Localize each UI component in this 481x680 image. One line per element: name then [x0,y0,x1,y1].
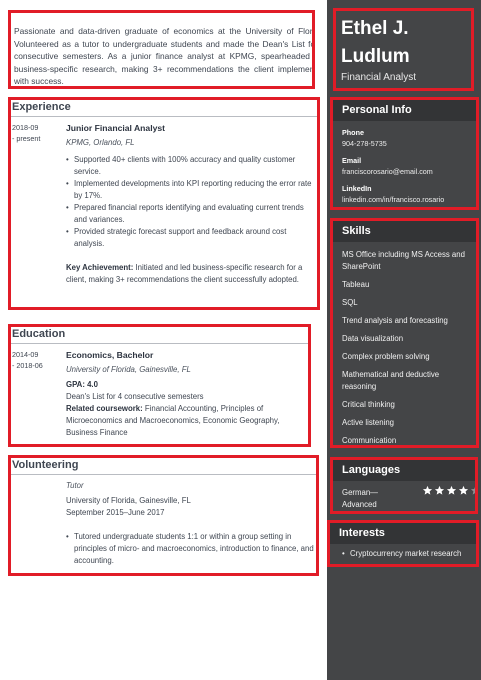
phone-value: 904-278-5735 [342,139,387,148]
language-name: German—Advanced [342,488,378,509]
email-label: Email [342,156,362,165]
name-line-2: Ludlum [341,46,410,67]
skill-item: Complex problem solving [342,352,430,361]
education-gpa: GPA: 4.0 [66,380,98,389]
email-value: franciscorosario@email.com [342,167,433,176]
education-degree: Economics, Bachelor [66,350,154,360]
profile-header: Ethel J. Ludlum Financial Analyst [333,8,474,91]
skill-item: Tableau [342,280,370,289]
volunteering-divider [11,474,316,475]
volunteering-title: Volunteering [12,459,79,471]
volunteering-entry: Tutor University of Florida, Gainesville… [66,480,316,567]
coursework-label: Related coursework: [66,404,143,413]
full-name: Ethel J. Ludlum [341,15,410,71]
skill-item: Mathematical and deductive reasoning [342,370,440,391]
volunteering-section: Volunteering Tutor University of Florida… [8,455,319,576]
skills-section: Skills MS Office including MS Access and… [330,218,479,448]
skill-item: Trend analysis and forecasting [342,316,448,325]
experience-date-start: 2018-09 [12,123,39,132]
skill-item: Communication [342,436,397,445]
personal-info-section: Personal Info Phone 904-278-5735 Email f… [330,97,479,210]
star-icon [470,487,475,495]
linkedin-label: LinkedIn [342,184,372,193]
name-line-1: Ethel J. [341,18,409,39]
key-achievement-label: Key Achievement: [66,263,134,272]
education-coursework: Related coursework: Financial Accounting… [66,403,306,439]
star-icon [422,485,433,495]
education-section: Education 2014-09 - 2018-06 Economics, B… [8,324,311,447]
education-entry: Economics, Bachelor University of Florid… [66,349,306,439]
experience-place: KPMG, Orlando, FL [66,138,135,147]
education-title: Education [12,328,66,340]
volunteering-place: University of Florida, Gainesville, FL [66,496,191,505]
skills-title: Skills [342,225,371,237]
education-deans-list: Dean's List for 4 consecutive semesters [66,392,204,401]
education-date-end: - 2018-06 [12,361,43,370]
languages-section: Languages German—Advanced [330,457,478,514]
experience-bullets: Supported 40+ clients with 100% accuracy… [66,154,316,250]
language-rating [422,485,475,496]
languages-title: Languages [342,464,401,476]
star-icon [458,485,469,495]
skill-item: Data visualization [342,334,404,343]
skill-item: MS Office including MS Access and ShareP… [342,250,465,271]
experience-bullet: Prepared financial reports identifying a… [66,202,316,226]
skill-item: Critical thinking [342,400,395,409]
personal-info-title: Personal Info [342,104,412,116]
interest-item: Cryptocurrency market research [342,549,461,558]
key-achievement: Key Achievement: Initiated and led busin… [66,262,316,286]
education-school: University of Florida, Gainesville, FL [66,365,191,374]
education-divider [11,343,308,344]
experience-entry: Junior Financial Analyst KPMG, Orlando, … [66,122,316,286]
experience-divider [11,116,317,117]
interests-section: Interests Cryptocurrency market research [327,520,479,567]
linkedin-value: linkedin.com/in/francisco.rosario [342,195,445,204]
experience-bullet: Provided strategic forecast support and … [66,226,316,250]
experience-bullet: Supported 40+ clients with 100% accuracy… [66,154,316,178]
star-icon [434,485,445,495]
volunteering-dates: September 2015–June 2017 [66,508,165,517]
volunteering-role: Tutor [66,481,84,490]
experience-section: Experience 2018-09 - present Junior Fina… [8,97,320,310]
skill-item: SQL [342,298,358,307]
interests-title: Interests [339,527,385,539]
star-icon [446,485,457,495]
volunteering-bullet: Tutored undergraduate students 1:1 or wi… [66,531,316,567]
education-date-start: 2014-09 [12,350,39,359]
skill-item: Active listening [342,418,395,427]
volunteering-bullets: Tutored undergraduate students 1:1 or wi… [66,531,316,567]
phone-label: Phone [342,128,364,137]
experience-bullet: Implemented developments into KPI report… [66,178,316,202]
summary-text: Passionate and data-driven graduate of e… [14,26,315,86]
summary-section: Passionate and data-driven graduate of e… [8,10,315,89]
job-title: Financial Analyst [341,72,417,83]
experience-role: Junior Financial Analyst [66,123,166,133]
experience-title: Experience [12,101,71,113]
experience-date-end: - present [12,134,41,143]
